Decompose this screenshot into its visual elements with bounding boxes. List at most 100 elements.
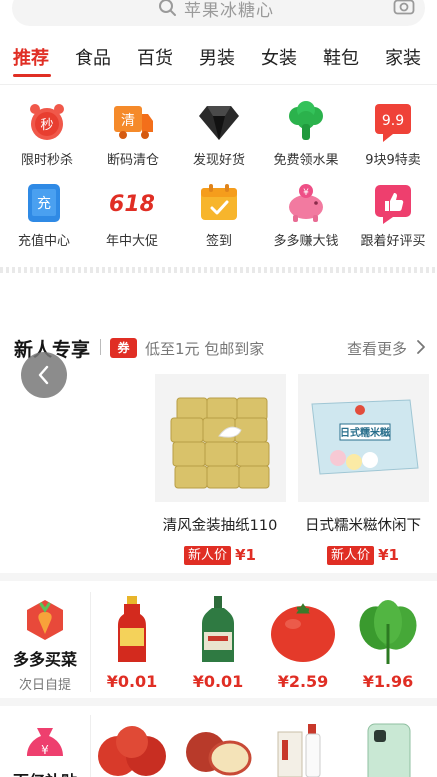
flash-sale-clock-icon: 秒 — [30, 104, 64, 140]
section-separator — [0, 267, 437, 273]
category-good-reviews[interactable]: 跟着好评买 — [353, 181, 433, 249]
product-name: 清风金装抽纸110 — [162, 518, 278, 534]
svg-text:充: 充 — [37, 196, 51, 212]
row-divider — [90, 715, 91, 777]
svg-text:618: 618 — [110, 192, 154, 217]
new-user-subtitle: 低至1元 包邮到家 — [145, 340, 265, 358]
spinach-image — [359, 600, 417, 664]
category-label: 9块9特卖 — [365, 153, 421, 168]
title-divider — [100, 339, 101, 355]
phone-recharge-icon: 充 — [28, 184, 60, 222]
svg-text:¥: ¥ — [41, 743, 49, 757]
search-icon — [159, 0, 176, 16]
category-free-fruit[interactable]: 免费领水果 — [266, 100, 346, 168]
section-separator — [0, 573, 437, 581]
category-flash-sale[interactable]: 秒 限时秒杀 — [7, 100, 87, 168]
broccoli-icon — [289, 101, 323, 140]
category-tabs: 推荐 食品 百货 男装 女装 鞋包 家装 — [0, 44, 437, 84]
category-label: 发现好货 — [192, 153, 245, 168]
calendar-checkin-icon — [201, 184, 237, 220]
subsidy-title: 百亿补贴 — [0, 768, 90, 777]
price-row: 新人价 ¥1 — [293, 545, 433, 565]
active-tab-indicator — [13, 74, 51, 77]
tab-womenswear[interactable]: 女装 — [261, 44, 297, 70]
money-bag-icon: ¥ — [27, 728, 63, 757]
tissue-product-image — [154, 374, 286, 502]
piggy-bank-icon: ¥ — [289, 184, 323, 222]
new-user-product-card[interactable]: 清风金装抽纸110 新人价 ¥1 — [150, 374, 290, 565]
item-price: ¥0.01 — [192, 672, 244, 691]
nine-nine-sale-icon: 9.9 — [375, 104, 411, 142]
item-price: ¥0.01 — [106, 672, 158, 691]
category-earn-money[interactable]: ¥ 多多赚大钱 — [266, 181, 346, 249]
tab-home[interactable]: 家装 — [385, 44, 421, 70]
product-name: 日式糯米糍休闲下 — [305, 518, 421, 534]
apple-halves-image — [186, 732, 252, 776]
category-label: 年中大促 — [105, 234, 158, 249]
item-price: ¥1.96 — [362, 672, 414, 691]
subsidy-block[interactable]: ¥ 百亿补贴 — [0, 722, 90, 777]
category-clearance[interactable]: 清 断码清仓 — [93, 100, 173, 168]
thumbs-up-icon — [375, 185, 411, 224]
category-618[interactable]: 618 年中大促 — [92, 181, 172, 249]
category-label: 充值中心 — [17, 234, 70, 249]
category-label: 跟着好评买 — [360, 234, 426, 249]
tab-food[interactable]: 食品 — [75, 44, 111, 70]
tab-shoes-bags[interactable]: 鞋包 — [323, 44, 359, 70]
grocery-item[interactable]: ¥1.96 — [348, 594, 428, 691]
red-bottle-drink-image — [118, 596, 146, 662]
grocery-item[interactable]: ¥0.01 — [178, 594, 258, 691]
category-label: 限时秒杀 — [20, 153, 73, 168]
618-promo-icon: 618 — [110, 192, 154, 217]
category-checkin[interactable]: 签到 — [179, 181, 259, 249]
new-user-price-tag: 新人价 — [327, 545, 375, 565]
category-label: 断码清仓 — [106, 153, 159, 168]
search-placeholder: 苹果冰糖心 — [184, 1, 274, 21]
row-divider — [90, 592, 91, 692]
grocery-item[interactable]: ¥2.59 — [263, 594, 343, 691]
view-more-link[interactable]: 查看更多 — [347, 338, 407, 359]
category-discover[interactable]: 发现好货 — [179, 100, 259, 168]
product-price: ¥1 — [235, 546, 256, 564]
green-bottle-image — [202, 596, 234, 662]
search-bar[interactable]: 苹果冰糖心 — [0, 0, 437, 32]
tissue-packs-image — [154, 374, 286, 502]
tab-recommended[interactable]: 推荐 — [13, 44, 49, 70]
coupon-badge: 券 — [110, 338, 137, 358]
new-user-product-card[interactable]: 日式糯米糍 日式糯米糍休闲下 新人价 ¥1 — [293, 374, 433, 565]
camera-icon[interactable] — [393, 0, 415, 15]
tomato-image — [271, 603, 335, 662]
category-label: 免费领水果 — [273, 153, 339, 168]
category-99-sale[interactable]: 9.9 9块9特卖 — [353, 100, 433, 168]
diamond-icon — [199, 106, 239, 140]
chevron-right-icon[interactable] — [415, 339, 427, 355]
mochi-box-image: 日式糯米糍 — [297, 374, 429, 502]
svg-text:¥: ¥ — [303, 188, 309, 198]
grocery-block[interactable]: 多多买菜 次日自提 — [0, 598, 90, 693]
item-price: ¥2.59 — [277, 672, 329, 691]
category-label: 多多赚大钱 — [273, 234, 339, 249]
svg-text:日式糯米糍: 日式糯米糍 — [340, 426, 390, 439]
back-button[interactable] — [21, 352, 67, 398]
grocery-title: 多多买菜 — [12, 650, 77, 669]
carrot-hexagon-icon — [27, 600, 63, 640]
mochi-product-image: 日式糯米糍 — [297, 374, 429, 502]
tabs-divider — [0, 84, 437, 85]
new-user-price-tag: 新人价 — [184, 545, 232, 565]
grocery-item[interactable]: ¥0.01 — [92, 594, 172, 691]
chevron-left-icon — [38, 365, 49, 385]
section-separator — [0, 698, 437, 706]
category-recharge[interactable]: 充 充值中心 — [4, 181, 84, 249]
svg-text:清: 清 — [121, 113, 135, 129]
apples-image — [98, 726, 166, 776]
category-label: 签到 — [205, 234, 232, 249]
liquor-gift-box-image — [277, 724, 321, 777]
clearance-truck-icon: 清 — [114, 106, 153, 139]
smartphone-image — [367, 723, 411, 777]
tab-menswear[interactable]: 男装 — [199, 44, 235, 70]
svg-text:秒: 秒 — [40, 118, 53, 133]
tab-goods[interactable]: 百货 — [137, 44, 173, 70]
product-price: ¥1 — [378, 546, 399, 564]
grocery-subtitle: 次日自提 — [18, 678, 71, 693]
price-row: 新人价 ¥1 — [150, 545, 290, 565]
